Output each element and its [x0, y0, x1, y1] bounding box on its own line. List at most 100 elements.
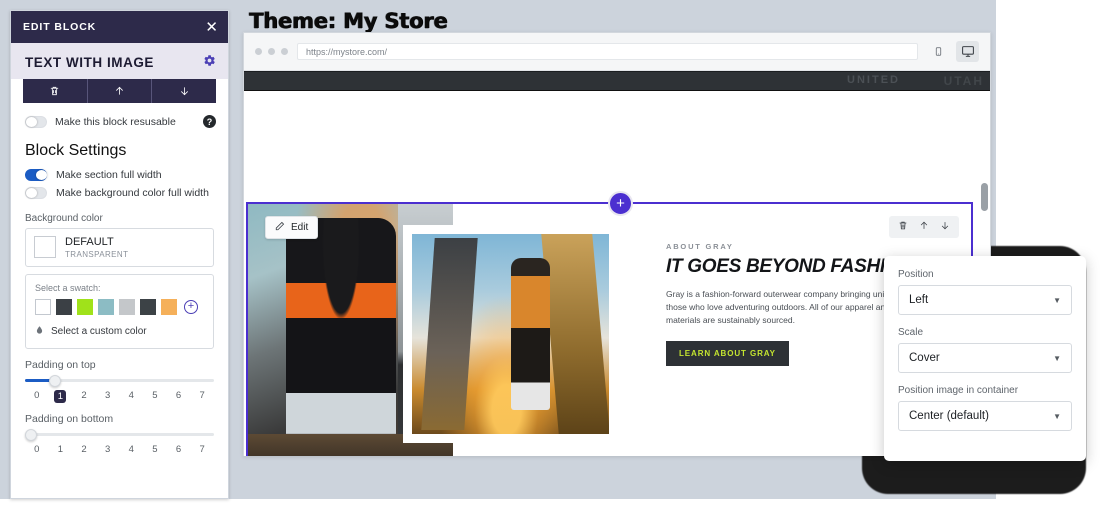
tick[interactable]: 6: [167, 444, 191, 455]
overlay-beam-left: [421, 238, 478, 430]
tick[interactable]: 1: [49, 444, 73, 455]
padding-top-label: Padding on top: [11, 349, 228, 375]
tick[interactable]: 6: [167, 390, 191, 403]
url-bar[interactable]: https://mystore.com/: [297, 43, 918, 60]
full-width-bg-row: Make background color full width: [11, 184, 228, 202]
full-width-section-row: Make section full width: [11, 166, 228, 184]
move-section-up-icon[interactable]: [919, 220, 929, 234]
swatch-white[interactable]: [35, 299, 51, 315]
site-preview-window: https://mystore.com/ UNITED UTAH: [243, 32, 991, 456]
scale-value: Cover: [909, 352, 940, 364]
tick[interactable]: 4: [120, 390, 144, 403]
chevron-down-icon: ▼: [1053, 354, 1061, 363]
tick[interactable]: 0: [25, 444, 49, 455]
tick[interactable]: 7: [190, 444, 214, 455]
delete-section-icon[interactable]: [898, 220, 908, 234]
swatch-prompt: Select a swatch:: [35, 283, 204, 293]
full-width-section-toggle[interactable]: [25, 169, 47, 181]
url-text: https://mystore.com/: [306, 47, 387, 57]
edit-block-panel: EDIT BLOCK ✕ TEXT WITH IMAGE Make this b…: [10, 10, 229, 499]
preview-browser-bar: https://mystore.com/: [244, 33, 990, 71]
hero-banner-strip: UNITED UTAH: [244, 71, 990, 91]
swatch-charcoal[interactable]: [140, 299, 156, 315]
move-block-down-button[interactable]: [152, 79, 216, 103]
tick[interactable]: 5: [143, 390, 167, 403]
image-options-panel: Position Left ▼ Scale Cover ▼ Position i…: [884, 256, 1086, 461]
position-in-container-value: Center (default): [909, 410, 989, 422]
device-toggle-group: [927, 41, 979, 62]
padding-top-ticks: 0 1 2 3 4 5 6 7: [25, 390, 214, 403]
gear-icon[interactable]: [203, 54, 216, 70]
swatch-row: +: [35, 299, 204, 315]
reusable-block-row: Make this block resusable ?: [11, 103, 228, 128]
help-icon[interactable]: ?: [203, 115, 216, 128]
window-dot: [255, 48, 262, 55]
mobile-view-button[interactable]: [927, 41, 950, 62]
custom-color-label: Select a custom color: [51, 326, 147, 337]
selected-block-text-with-image[interactable]: ABOUT GRAY IT GOES BEYOND FASHION Gray i…: [246, 202, 973, 456]
cta-button[interactable]: LEARN ABOUT GRAY: [666, 341, 789, 366]
chevron-down-icon: ▼: [1053, 296, 1061, 305]
pencil-icon: [275, 221, 285, 234]
delete-block-button[interactable]: [23, 79, 88, 103]
overlay-beam-right: [541, 234, 609, 434]
tick[interactable]: 2: [72, 390, 96, 403]
section-mini-toolbar: [889, 216, 959, 238]
overlay-person: [511, 258, 550, 410]
swatch-lime[interactable]: [77, 299, 93, 315]
swatch-dark-gray[interactable]: [56, 299, 72, 315]
current-color-name: DEFAULT: [65, 236, 128, 250]
swatch-light-gray[interactable]: [119, 299, 135, 315]
move-block-up-button[interactable]: [88, 79, 153, 103]
preview-body: UNITED UTAH ABOUT GRAY IT GOES BEYOND FA…: [244, 71, 990, 456]
plus-circle-icon[interactable]: +: [184, 300, 198, 314]
preview-scrollbar-thumb[interactable]: [981, 183, 988, 211]
swatch-teal[interactable]: [98, 299, 114, 315]
move-section-down-icon[interactable]: [940, 220, 950, 234]
padding-bottom-ticks: 0 1 2 3 4 5 6 7: [25, 444, 214, 455]
tick[interactable]: 3: [96, 444, 120, 455]
position-label: Position: [898, 269, 1072, 280]
position-in-container-label: Position image in container: [898, 385, 1072, 396]
reusable-toggle[interactable]: [25, 116, 47, 128]
overlay-image-frame[interactable]: [403, 225, 618, 443]
panel-title: EDIT BLOCK: [23, 21, 96, 33]
swatch-orange[interactable]: [161, 299, 177, 315]
desktop-view-button[interactable]: [956, 41, 979, 62]
full-width-section-label: Make section full width: [56, 169, 214, 181]
full-width-bg-toggle[interactable]: [25, 187, 47, 199]
window-dot: [268, 48, 275, 55]
padding-top-slider[interactable]: [25, 375, 214, 387]
tick-selected[interactable]: 1: [54, 390, 66, 403]
tick[interactable]: 7: [190, 390, 214, 403]
tick[interactable]: 3: [96, 390, 120, 403]
close-icon[interactable]: ✕: [205, 20, 218, 35]
droplet-icon: [35, 324, 44, 339]
position-select[interactable]: Left ▼: [898, 285, 1072, 315]
current-color-swatch: [34, 236, 56, 258]
photo-figure: [286, 218, 396, 456]
tick[interactable]: 0: [25, 390, 49, 403]
eyebrow-text: ABOUT GRAY: [666, 242, 966, 251]
edit-chip-label: Edit: [291, 222, 308, 233]
padding-bottom-thumb[interactable]: [25, 429, 37, 441]
hero-text: UNITED: [847, 74, 900, 86]
background-color-current[interactable]: DEFAULT TRANSPARENT: [25, 228, 214, 267]
tick[interactable]: 4: [120, 444, 144, 455]
add-block-above-button[interactable]: +: [608, 191, 633, 216]
edit-section-chip[interactable]: Edit: [265, 216, 318, 239]
edit-block-titlebar: EDIT BLOCK ✕: [11, 11, 228, 43]
padding-bottom-track: [25, 433, 214, 436]
block-action-bar: [23, 79, 216, 103]
tick[interactable]: 5: [143, 444, 167, 455]
custom-color-row[interactable]: Select a custom color: [35, 324, 204, 339]
scale-select[interactable]: Cover ▼: [898, 343, 1072, 373]
full-width-bg-label: Make background color full width: [56, 187, 214, 199]
block-type-label: TEXT WITH IMAGE: [25, 55, 154, 70]
padding-top-thumb[interactable]: [49, 375, 61, 387]
tick[interactable]: 2: [72, 444, 96, 455]
position-value: Left: [909, 294, 928, 306]
position-in-container-select[interactable]: Center (default) ▼: [898, 401, 1072, 431]
block-settings-title: Block Settings: [11, 128, 228, 166]
padding-bottom-slider[interactable]: [25, 429, 214, 441]
